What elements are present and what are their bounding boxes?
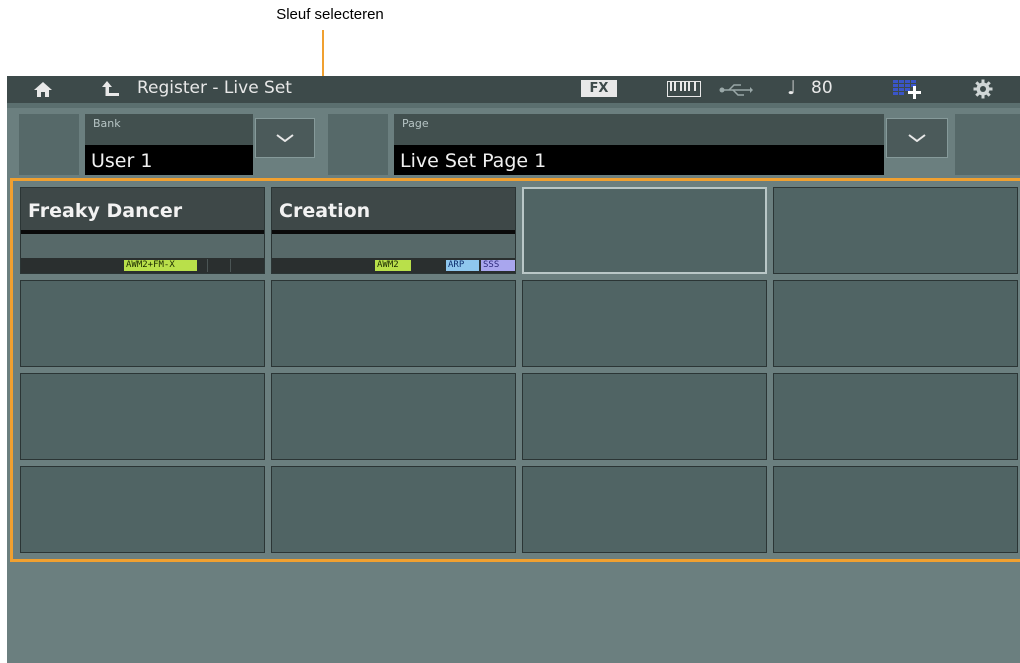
page-value: Live Set Page 1 — [394, 145, 884, 175]
live-set-slot[interactable] — [773, 187, 1018, 274]
page-title: Register - Live Set — [137, 78, 292, 98]
page-next-area[interactable] — [955, 114, 1020, 175]
slot-badges: AWM2+FM-X — [21, 258, 264, 273]
live-set-slot[interactable] — [20, 280, 265, 367]
bank-field[interactable]: Bank User 1 — [85, 114, 253, 175]
page-field[interactable]: Page Live Set Page 1 — [394, 114, 884, 175]
bank-label: Bank — [93, 117, 121, 130]
note-icon: ♩ — [787, 77, 796, 99]
keyboard-icon — [667, 81, 701, 101]
title-divider — [7, 103, 1020, 108]
live-set-slot[interactable] — [773, 373, 1018, 460]
awm2-fmx-badge: AWM2+FM-X — [124, 260, 197, 271]
arp-badge: ARP — [446, 260, 479, 271]
live-set-slot[interactable] — [20, 466, 265, 553]
home-icon[interactable] — [33, 81, 53, 102]
awm2-badge: AWM2 — [375, 260, 411, 271]
slot-info — [21, 234, 264, 258]
live-set-slot[interactable]: Creation AWM2 ARP SSS — [271, 187, 516, 274]
live-set-slot[interactable]: Freaky Dancer AWM2+FM-X — [20, 187, 265, 274]
live-set-slot[interactable] — [271, 280, 516, 367]
chevron-down-icon — [908, 134, 926, 142]
quick-setup-icon[interactable] — [893, 80, 923, 104]
page-dropdown-button[interactable] — [886, 118, 948, 158]
slot-name: Freaky Dancer — [21, 188, 264, 230]
live-set-slot[interactable] — [271, 373, 516, 460]
up-arrow-icon[interactable] — [101, 80, 121, 102]
live-set-slot[interactable] — [522, 187, 767, 274]
live-set-slot[interactable] — [522, 373, 767, 460]
live-set-slot[interactable] — [522, 466, 767, 553]
sss-badge: SSS — [481, 260, 515, 271]
slot-info — [272, 234, 515, 258]
live-set-slot[interactable] — [271, 466, 516, 553]
slot-divider — [207, 259, 208, 272]
callout-label: Sleuf selecteren — [276, 6, 384, 23]
live-set-slot[interactable] — [773, 280, 1018, 367]
bank-prev-area[interactable] — [19, 114, 79, 175]
slot-badges: AWM2 ARP SSS — [272, 258, 515, 273]
live-set-slot[interactable] — [773, 466, 1018, 553]
live-set-slot[interactable] — [20, 373, 265, 460]
fx-icon[interactable]: FX — [581, 80, 617, 97]
live-set-slot[interactable] — [522, 280, 767, 367]
bank-value: User 1 — [85, 145, 253, 175]
bank-dropdown-button[interactable] — [255, 118, 315, 158]
tempo-value[interactable]: 80 — [811, 78, 833, 98]
page-label: Page — [402, 117, 429, 130]
slot-name: Creation — [272, 188, 515, 230]
chevron-down-icon — [276, 134, 294, 142]
page-prev-area[interactable] — [328, 114, 388, 175]
gear-icon[interactable] — [973, 79, 993, 103]
title-bar: Register - Live Set FX ♩ 80 — [7, 76, 1020, 103]
usb-icon — [719, 82, 753, 101]
slot-divider — [230, 259, 231, 272]
